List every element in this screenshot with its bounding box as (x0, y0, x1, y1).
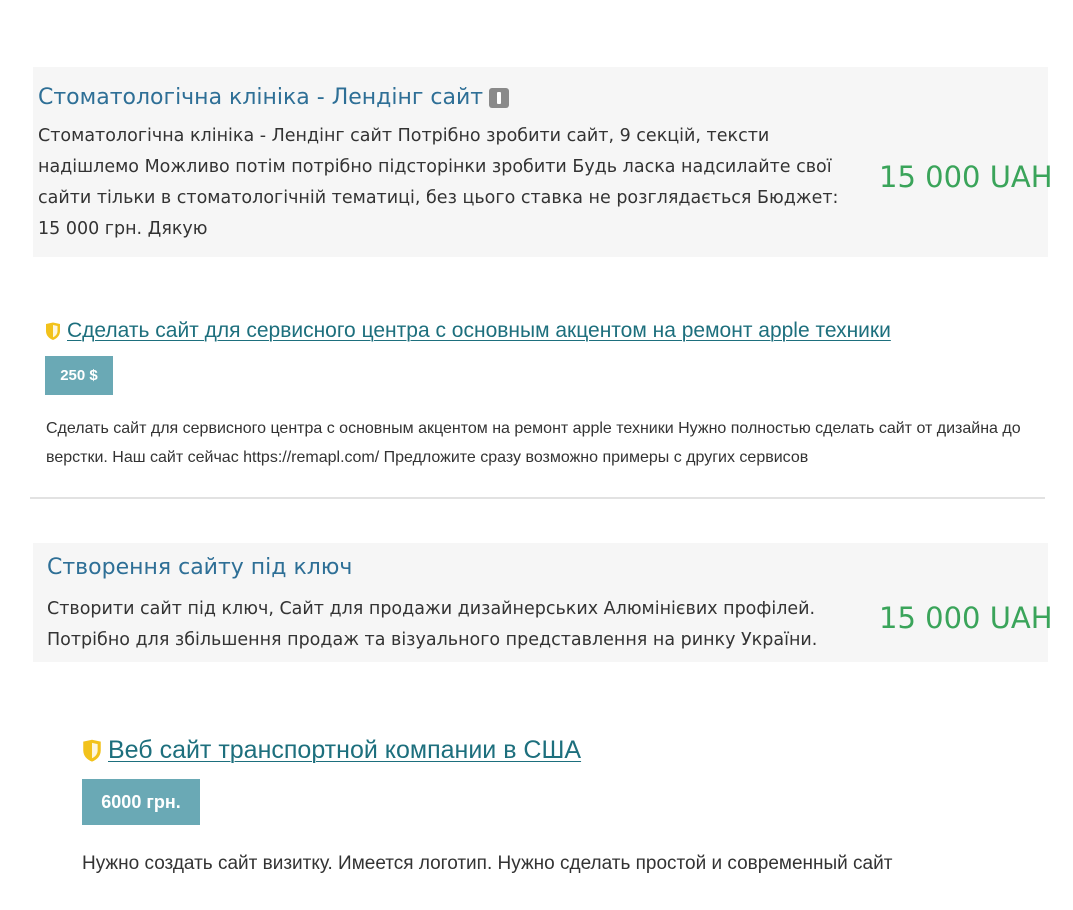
listing-title-transport[interactable]: Веб сайт транспортной компании в США (82, 736, 581, 765)
listing-price: 15 000 UAH (879, 601, 1053, 635)
listing-description: Нужно создать сайт визитку. Имеется лого… (82, 853, 893, 874)
shield-icon (46, 322, 60, 340)
shield-icon (83, 739, 101, 762)
divider (30, 497, 1045, 499)
listing-title-link[interactable]: Сделать сайт для сервисного центра с осн… (67, 319, 891, 343)
listing-description: Стоматологічна клініка - Лендінг сайт По… (38, 126, 839, 239)
listing-price: 15 000 UAH (879, 160, 1053, 194)
listing-card-turnkey[interactable]: Створення сайту під ключ Створити сайт п… (33, 543, 1053, 662)
info-icon (489, 87, 510, 108)
listing-card-dental[interactable]: Стоматологічна клініка - Лендінг сайт Ст… (33, 67, 1053, 257)
listing-title[interactable]: Створення сайту під ключ (47, 555, 352, 580)
listing-description: Створити сайт під ключ, Сайт для продажи… (47, 599, 818, 650)
budget-badge: 250 $ (45, 356, 113, 395)
listing-description: Сделать сайт для сервисного центра с осн… (46, 420, 1021, 466)
budget-badge: 6000 грн. (82, 779, 200, 825)
listing-title[interactable]: Стоматологічна клініка - Лендінг сайт (38, 85, 510, 110)
listing-title-link[interactable]: Веб сайт транспортной компании в США (108, 736, 581, 765)
listing-title-apple-service[interactable]: Сделать сайт для сервисного центра с осн… (45, 319, 891, 343)
